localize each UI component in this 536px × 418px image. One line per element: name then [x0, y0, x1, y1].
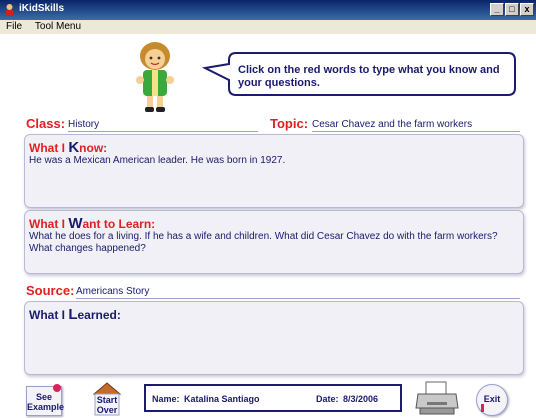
maximize-button[interactable]: □	[505, 3, 519, 16]
pin-icon	[53, 384, 61, 392]
date-value: 8/3/2006	[343, 394, 379, 404]
start-over-button[interactable]: Start Over	[94, 395, 120, 415]
want-heading-letter: W	[68, 215, 83, 232]
printer-icon[interactable]	[414, 380, 460, 416]
close-button[interactable]: x	[520, 3, 534, 16]
see-example-line1: See	[35, 392, 52, 402]
date-label: Date:	[316, 394, 339, 404]
exit-door-icon	[481, 404, 484, 412]
exit-label: Exit	[483, 394, 501, 404]
class-label[interactable]: Class:	[26, 116, 65, 131]
learned-heading-pre: What I	[29, 308, 69, 322]
know-heading[interactable]: What I Know:	[29, 139, 107, 156]
mascot-girl-icon	[136, 42, 174, 112]
menu-file[interactable]: File	[6, 21, 22, 32]
menu-tool-menu[interactable]: Tool Menu	[35, 21, 81, 32]
source-field[interactable]: Americans Story	[76, 286, 520, 299]
title-bar: iKidSkills _ □ x	[0, 0, 536, 20]
know-heading-pre: What I	[29, 141, 69, 155]
class-field[interactable]: History	[68, 119, 258, 132]
learned-heading-letter: L	[68, 306, 78, 323]
know-heading-letter: K	[68, 139, 80, 156]
know-text[interactable]: He was a Mexican American leader. He was…	[29, 155, 517, 167]
window-title: iKidSkills	[19, 3, 65, 14]
instruction-text: Click on the red words to type what you …	[238, 64, 500, 89]
want-text[interactable]: What he does for a living. If he has a w…	[29, 231, 517, 255]
exit-button[interactable]: Exit	[476, 384, 508, 416]
minimize-button[interactable]: _	[490, 3, 504, 16]
name-date-card: Name: Katalina Santiago Date: 8/3/2006	[144, 384, 402, 412]
see-example-line2: Example	[27, 402, 65, 412]
know-panel[interactable]: What I Know: He was a Mexican American l…	[24, 134, 524, 208]
start-over-line2: Over	[96, 405, 118, 415]
want-heading[interactable]: What I Want to Learn:	[29, 215, 155, 232]
source-label[interactable]: Source:	[26, 283, 74, 298]
want-heading-pre: What I	[29, 217, 69, 231]
want-panel[interactable]: What I Want to Learn: What he does for a…	[24, 210, 524, 274]
menu-bar: File Tool Menu	[0, 20, 536, 34]
know-heading-post: now:	[79, 141, 108, 155]
topic-field[interactable]: Cesar Chavez and the farm workers	[312, 119, 520, 132]
topic-label[interactable]: Topic:	[270, 116, 308, 131]
learned-heading[interactable]: What I Learned:	[29, 306, 121, 323]
learned-panel[interactable]: What I Learned:	[24, 301, 524, 375]
want-heading-post: ant to Learn:	[82, 217, 156, 231]
learned-heading-post: earned:	[77, 308, 121, 322]
name-label: Name:	[152, 394, 180, 404]
see-example-button[interactable]: See Example	[26, 384, 65, 416]
start-over-line1: Start	[96, 395, 118, 405]
name-value[interactable]: Katalina Santiago	[184, 394, 260, 404]
app-icon	[6, 4, 13, 16]
